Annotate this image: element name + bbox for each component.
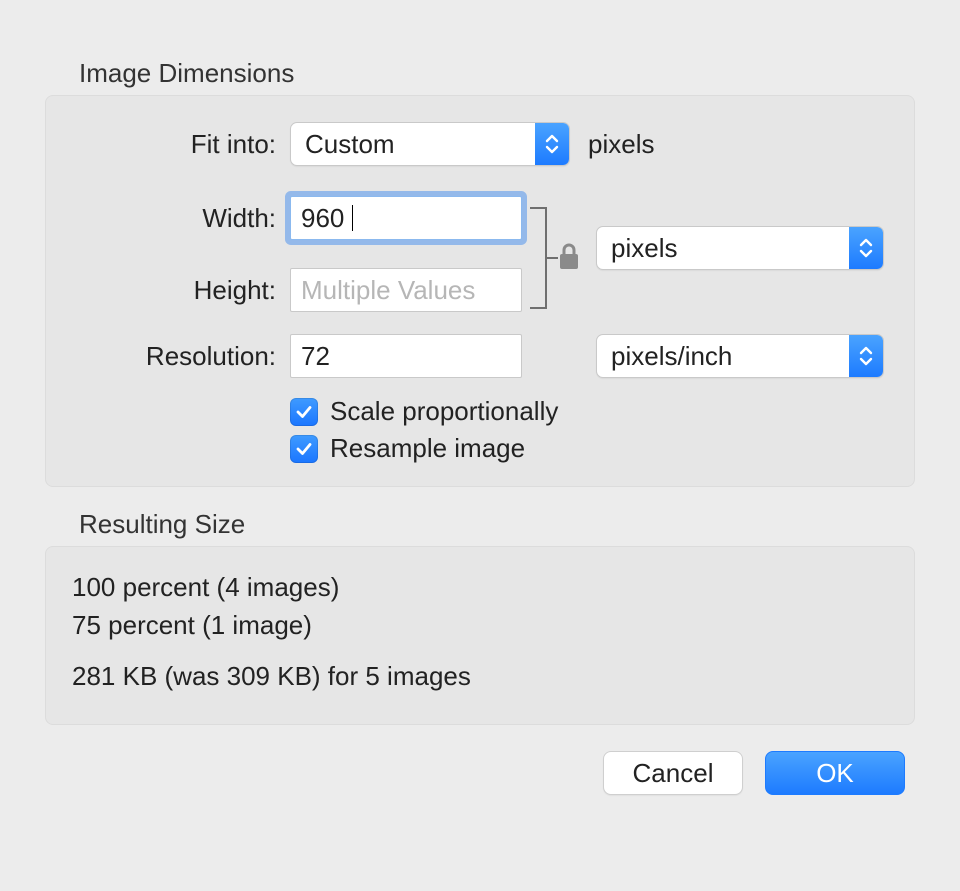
resulting-size-label: Resulting Size xyxy=(79,509,915,540)
image-dimensions-label: Image Dimensions xyxy=(79,58,915,89)
aspect-ratio-lock[interactable] xyxy=(528,200,584,316)
dialog-button-row: Cancel OK xyxy=(45,751,915,795)
width-label: Width: xyxy=(66,203,290,234)
ok-button[interactable]: OK xyxy=(765,751,905,795)
fit-into-unit-suffix: pixels xyxy=(588,129,654,160)
ok-button-label: OK xyxy=(816,758,854,789)
resulting-size-group: 100 percent (4 images) 75 percent (1 ima… xyxy=(45,546,915,725)
checkmark-icon xyxy=(290,435,318,463)
chevron-up-down-icon xyxy=(849,227,883,269)
checkmark-icon xyxy=(290,398,318,426)
fit-into-value: Custom xyxy=(305,129,395,160)
image-dimensions-group: Fit into: Custom pixels Width: xyxy=(45,95,915,487)
chevron-up-down-icon xyxy=(535,123,569,165)
resample-image-checkbox[interactable]: Resample image xyxy=(290,433,894,464)
resolution-units-value: pixels/inch xyxy=(611,341,732,372)
text-caret xyxy=(352,205,353,231)
result-line-1: 100 percent (4 images) xyxy=(72,569,888,607)
resolution-units-select[interactable]: pixels/inch xyxy=(596,334,884,378)
cancel-button-label: Cancel xyxy=(633,758,714,789)
resolution-input[interactable] xyxy=(290,334,522,378)
scale-proportionally-checkbox[interactable]: Scale proportionally xyxy=(290,396,894,427)
scale-proportionally-label: Scale proportionally xyxy=(330,396,558,427)
chevron-up-down-icon xyxy=(849,335,883,377)
height-input[interactable] xyxy=(290,268,522,312)
dimension-units-value: pixels xyxy=(611,233,677,264)
height-label: Height: xyxy=(66,275,290,306)
resample-image-label: Resample image xyxy=(330,433,525,464)
fit-into-select[interactable]: Custom xyxy=(290,122,570,166)
dimension-units-select[interactable]: pixels xyxy=(596,226,884,270)
result-line-2: 75 percent (1 image) xyxy=(72,607,888,645)
width-input[interactable] xyxy=(290,196,522,240)
fit-into-label: Fit into: xyxy=(66,129,290,160)
image-size-dialog: Image Dimensions Fit into: Custom pixels… xyxy=(0,0,960,891)
resolution-label: Resolution: xyxy=(66,341,290,372)
cancel-button[interactable]: Cancel xyxy=(603,751,743,795)
result-line-3: 281 KB (was 309 KB) for 5 images xyxy=(72,658,888,696)
